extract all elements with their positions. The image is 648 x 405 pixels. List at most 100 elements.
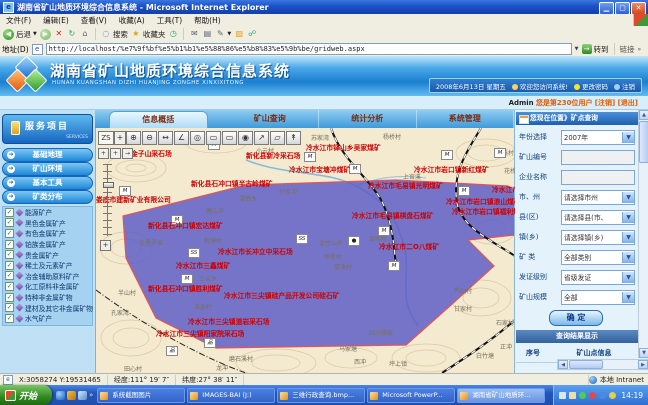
address-dropdown-icon[interactable]: ▼ [575,46,579,52]
favorites-button[interactable]: ★ 收藏夹 [131,29,166,40]
display-tray-icon[interactable] [559,392,566,399]
confirm-button[interactable]: 确 定 [549,310,603,326]
links-chevron-icon[interactable]: » [638,46,642,53]
quicklaunch-chevron-icon[interactable]: » [89,391,93,399]
mine-label[interactable]: 冷水江市毛易镇光明煤矿 [368,180,443,190]
history-button[interactable]: ◷ [168,29,178,39]
forward-button[interactable]: ▶ [40,29,51,40]
zoom-in-tool[interactable]: ⊕ [126,131,141,145]
zoom-out-tool[interactable]: ⊖ [142,131,157,145]
checkbox-checked-icon[interactable]: ✓ [5,229,14,238]
mine-marker-icon[interactable]: SS [296,234,308,244]
identify-tool[interactable]: ◉ [238,131,253,145]
field-control[interactable]: 请选择县(市、 ▼ [561,210,635,225]
menu-tools[interactable]: 工具(T) [151,15,188,26]
tab-system-admin[interactable]: 系统管理 [417,110,515,128]
map-zoom-plus-button[interactable]: + [114,131,126,145]
nav-plus-button[interactable]: + [98,148,109,159]
checkbox-checked-icon[interactable]: ✓ [5,261,14,270]
clear-selection-tool[interactable]: ▭ [222,131,237,145]
zoom-slider-plus-button[interactable]: + [100,240,111,251]
horizontal-scrollbar[interactable]: ◀ ▶ [557,359,648,370]
menu-help[interactable]: 帮助(H) [188,15,227,26]
dropdown-arrow-icon[interactable]: ▼ [622,132,634,143]
print-button[interactable]: ▤ [202,29,212,39]
dropdown-arrow-icon[interactable]: ▼ [622,192,634,203]
mine-marker-icon[interactable]: M [494,148,506,158]
sidebar-section-mineral-distribution[interactable]: ➔矿类分布 [2,190,93,204]
hscroll-thumb[interactable] [569,360,603,369]
scroll-down-icon[interactable]: ▼ [639,348,648,358]
folder-button[interactable]: ▨ [234,29,244,39]
dropdown-arrow-icon[interactable]: ▼ [622,292,634,303]
eraser-tool[interactable]: ▱ [270,131,285,145]
mine-marker-icon[interactable]: SS [188,248,200,258]
nav-plus-button[interactable]: + [110,148,121,159]
layer-checkbox-item[interactable]: ✓ 黑色金属矿产 [3,218,92,229]
full-extent-tool[interactable]: ◎ [190,131,205,145]
user-links[interactable]: [注销] [退出] [595,99,638,107]
edit-button[interactable]: ✎▼ [215,29,231,39]
yellow-status-tray-icon[interactable] [609,392,616,399]
home-button[interactable]: ⌂ [80,29,90,39]
taskbar-window-button[interactable]: Microsoft PowerP... [367,388,455,403]
sidebar-section-mine-environment[interactable]: ➔矿山环境 [2,162,93,176]
dropdown-arrow-icon[interactable]: ▼ [622,212,634,223]
taskbar-window-button[interactable]: IMAGES-BAI (J:) [187,388,275,403]
go-button[interactable]: → 转到 [582,44,609,55]
dropdown-arrow-icon[interactable]: ▼ [622,252,634,263]
map-canvas[interactable]: ZS + ⊕ ⊖ ↔ ∠ ◎ ▭ ▭ ◉ ↗ ▱ ↟ + + → + MMMMM… [95,128,515,373]
mine-label[interactable]: 冷水江市长冲立中采石场 [218,246,293,256]
checkbox-checked-icon[interactable]: ✓ [5,303,14,312]
mine-label[interactable]: 冷水江市岩口镇福利煤矿 [452,206,515,216]
field-control[interactable]: 请选择市州 ▼ [561,190,635,205]
mine-label[interactable]: 冷水江市铎山乡吴家煤矿 [306,142,381,152]
mine-marker-icon[interactable]: M [349,164,361,174]
measure-tool[interactable]: ∠ [174,131,189,145]
refresh-button[interactable]: ↻ [67,29,77,39]
field-control[interactable]: 全部 ▼ [561,290,635,305]
layer-checkbox-item[interactable]: ✓ 能源矿产 [3,207,92,218]
select-rect-tool[interactable]: ▭ [206,131,221,145]
layer-checkbox-item[interactable]: ✓ 稀土及元素矿产 [3,260,92,271]
layer-checkbox-item[interactable]: ✓ 化工原料非金属矿 [3,281,92,292]
ie-quicklaunch-icon[interactable] [56,391,65,400]
mine-marker-icon[interactable]: 品 [166,346,178,356]
mine-label[interactable]: 新化县石冲口镇宏达煤矿 [148,220,223,230]
taskbar-window-button[interactable]: 湖南省矿山地质环... [457,388,545,403]
mine-marker-icon[interactable]: M [378,226,390,236]
layer-checkbox-item[interactable]: ✓ 贵金属矿产 [3,249,92,260]
legend-tool[interactable]: ↟ [286,131,301,145]
mine-marker-icon[interactable]: 品 [204,338,216,348]
dropdown-arrow-icon[interactable]: ▼ [622,232,634,243]
address-input[interactable] [46,43,572,55]
checkbox-checked-icon[interactable]: ✓ [5,271,14,280]
vertical-scrollbar[interactable]: ▲ ▼ [638,110,648,358]
mine-label[interactable]: 冷水江市三尖镇阳家院采石场 [156,328,244,338]
mine-label[interactable]: 冷水江市三尖镇道岩采石场 [188,316,270,326]
back-dropdown-icon[interactable]: ▼ [33,31,37,37]
green-status-tray-icon[interactable] [579,392,586,399]
blue-status-tray-icon[interactable] [599,392,606,399]
mail-quicklaunch-icon[interactable] [67,391,76,400]
messenger-button[interactable]: ☍ [247,29,257,39]
mine-marker-icon[interactable]: M [441,150,453,160]
layer-checkbox-item[interactable]: ✓ 水气矿产 [3,313,92,324]
mine-label[interactable]: 冷水江市三鑫煤矿 [176,260,230,270]
dropdown-arrow-icon[interactable]: ▼ [622,272,634,283]
search-button[interactable]: ◌ 搜索 [101,29,128,40]
layer-checkbox-item[interactable]: ✓ 有色金属矿产 [3,228,92,239]
mine-marker-icon[interactable]: M [458,186,470,196]
scroll-right-icon[interactable]: ▶ [638,360,648,369]
field-control[interactable]: 全部类别 ▼ [561,250,635,265]
show-desktop-icon[interactable] [78,391,87,400]
layer-checkbox-item[interactable]: ✓ 特种非金属矿物 [3,292,92,303]
checkbox-checked-icon[interactable]: ✓ [5,282,14,291]
update-tray-icon[interactable] [569,392,576,399]
menu-edit[interactable]: 编辑(E) [37,15,75,26]
mine-label[interactable]: 冷水江市毛易镇棋盘石煤矿 [352,210,434,220]
mine-label[interactable]: 冷水江市岩口镇浪山煤矿 [446,196,515,206]
checkbox-checked-icon[interactable]: ✓ [5,250,14,259]
checkbox-checked-icon[interactable]: ✓ [5,208,14,217]
red-status-tray-icon[interactable] [589,392,596,399]
